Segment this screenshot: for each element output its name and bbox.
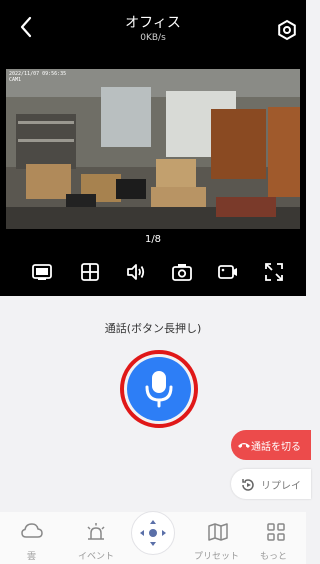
grid-layout-button[interactable]	[78, 260, 102, 284]
page-indicator: 1/8	[144, 234, 162, 245]
replay-button[interactable]: リプレイ	[231, 469, 311, 499]
sd-icon	[32, 264, 52, 280]
camera-icon	[172, 264, 192, 281]
replay-label: リプレイ	[261, 481, 301, 492]
talk-hint: 通話(ボタン長押し)	[104, 322, 202, 335]
live-view-panel: オフィス 0KB/s 2022/11/07 09:56:35 CAM1 1/8	[0, 0, 306, 296]
nav-item-presets[interactable]: プリセット	[190, 512, 246, 564]
page-title: オフィス	[125, 15, 181, 31]
grid-more-icon	[267, 523, 285, 541]
office-scene-image	[6, 69, 300, 229]
camera-video-feed[interactable]: 2022/11/07 09:56:35 CAM1	[6, 69, 300, 229]
alarm-light-icon	[87, 523, 105, 540]
sd-quality-button[interactable]	[30, 260, 54, 284]
phone-hangup-icon	[238, 443, 250, 448]
nav-label-more: もっと	[260, 552, 288, 562]
player-controls	[0, 256, 306, 288]
snapshot-button[interactable]	[170, 260, 194, 284]
fullscreen-icon	[265, 263, 283, 281]
hang-up-button[interactable]: 通話を切る	[231, 430, 311, 460]
map-icon	[208, 523, 228, 541]
nav-label-cloud: 雲	[27, 552, 37, 562]
ptz-joystick-icon	[140, 520, 166, 546]
nav-label-presets: プリセット	[194, 552, 240, 562]
settings-button[interactable]	[276, 19, 298, 41]
sound-button[interactable]	[124, 260, 148, 284]
nav-label-events: イベント	[78, 552, 115, 562]
top-bar: オフィス 0KB/s	[0, 0, 306, 56]
speaker-icon	[127, 264, 145, 280]
nav-item-more[interactable]: もっと	[254, 512, 300, 564]
nav-item-events[interactable]: イベント	[72, 512, 120, 564]
microphone-icon	[145, 371, 173, 408]
push-to-talk-button[interactable]	[127, 357, 191, 421]
cloud-icon	[21, 523, 43, 538]
replay-icon	[242, 479, 254, 491]
grid-icon	[81, 263, 99, 281]
video-record-icon	[218, 265, 237, 279]
osd-camera-label: CAM1	[9, 77, 22, 83]
nav-item-cloud[interactable]: 雲	[12, 512, 52, 564]
hang-up-label: 通話を切る	[251, 442, 301, 453]
gear-icon	[278, 19, 296, 41]
ptz-control-button[interactable]	[131, 511, 175, 555]
video-osd: 2022/11/07 09:56:35 CAM1	[9, 71, 66, 83]
bitrate-text: 0KB/s	[140, 33, 166, 43]
record-button[interactable]	[216, 260, 240, 284]
fullscreen-button[interactable]	[262, 260, 286, 284]
